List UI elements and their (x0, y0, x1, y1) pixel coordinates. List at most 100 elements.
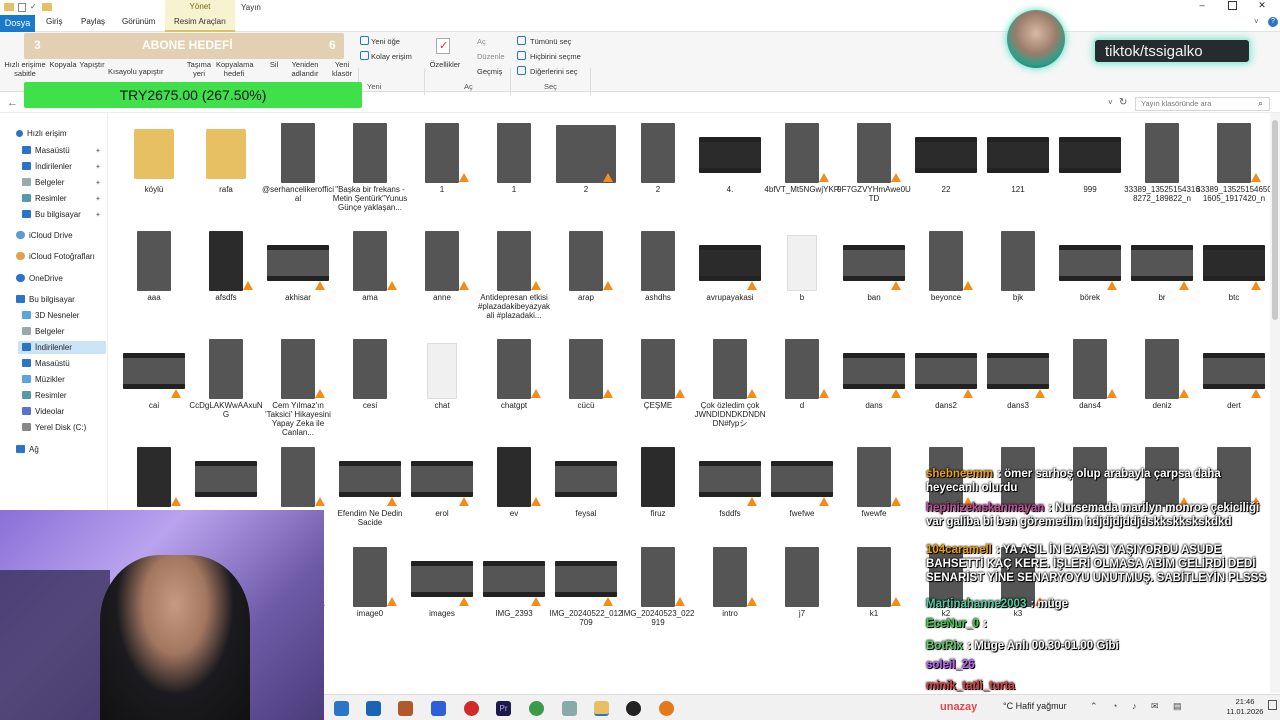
file-item[interactable]: dans (838, 337, 910, 439)
tab-view[interactable]: Görünüm (122, 17, 155, 26)
file-item[interactable]: intro (694, 545, 766, 647)
system-clock[interactable]: 21:46 11.01.2026 (1225, 697, 1265, 717)
file-item[interactable]: Çok özledim çok JWNDIDNDKDNDNDN#fypシ (694, 337, 766, 439)
back-arrow-icon[interactable]: ← (7, 97, 18, 109)
file-item[interactable]: afsdfs (190, 229, 262, 331)
start-icon[interactable] (334, 701, 349, 716)
file-item[interactable]: beyonce (910, 229, 982, 331)
file-item[interactable]: IMG_2393 (478, 545, 550, 647)
weather-status[interactable]: °C Hafif yağmur (1003, 701, 1067, 711)
nav-3d-objects[interactable]: 3D Nesneler (22, 311, 79, 320)
folder-icon[interactable] (42, 3, 52, 11)
tab-picture-tools[interactable]: Resim Araçları (165, 15, 235, 32)
nav-quick-access[interactable]: Hızlı erişim (16, 129, 67, 138)
file-item[interactable]: ev (478, 445, 550, 547)
nav-pc-desktop[interactable]: Masaüstü (22, 359, 70, 368)
file-item[interactable]: cai (118, 337, 190, 439)
file-item[interactable]: 4bfVT_Mt5NGwjYKR (764, 121, 840, 223)
file-item[interactable]: 121 (982, 121, 1054, 223)
move-to-button[interactable]: Taşıma yeri (184, 60, 214, 78)
file-item[interactable]: d (766, 337, 838, 439)
file-item[interactable]: ashdhs (622, 229, 694, 331)
new-folder-button[interactable]: Yeni klasör (328, 60, 356, 78)
nav-icloud-photos[interactable]: iCloud Fotoğrafları (16, 252, 95, 261)
notification-icon[interactable] (1268, 700, 1277, 710)
tray-icons[interactable]: ⌃ ◔ ♪ ✉ ▤ (1090, 701, 1188, 712)
app-icon[interactable] (431, 701, 446, 716)
file-item[interactable]: feysal (550, 445, 622, 547)
file-item[interactable]: 33389_135251543168272_189822_n (1124, 121, 1200, 223)
file-item[interactable]: dert (1198, 337, 1270, 439)
file-explorer-icon[interactable] (594, 701, 609, 716)
nav-this-pc-quick[interactable]: Bu bilgisayar (22, 210, 81, 219)
file-item[interactable]: ÇEŞME (622, 337, 694, 439)
file-item[interactable]: fwewfe (838, 445, 910, 547)
copy-button[interactable]: Kopyala (48, 60, 78, 69)
edit-button[interactable]: Düzenle (477, 52, 505, 61)
obs-icon[interactable] (626, 701, 641, 716)
invert-selection-button[interactable]: Diğerlerini seç (530, 67, 578, 76)
file-item[interactable]: cesi (334, 337, 406, 439)
firefox-icon[interactable] (659, 701, 674, 716)
file-item[interactable]: @serhancelikerofficial (262, 121, 334, 223)
file-item[interactable]: erol (406, 445, 478, 547)
file-item[interactable]: IMG_20240522_012709 (550, 545, 622, 647)
file-item[interactable]: 1 (406, 121, 478, 223)
file-item[interactable]: dans4 (1054, 337, 1126, 439)
history-button[interactable]: Geçmiş (477, 67, 502, 76)
file-item[interactable]: köylü (118, 121, 190, 223)
nav-pc-downloads[interactable]: İndirilenler (18, 341, 106, 354)
file-item[interactable]: image0 (334, 545, 406, 647)
paste-shortcut-button[interactable]: Kısayolu yapıştır (108, 67, 178, 76)
file-item[interactable]: avrupayakasi (694, 229, 766, 331)
file-item[interactable]: ban (838, 229, 910, 331)
file-item[interactable]: bjk (982, 229, 1054, 331)
nav-network[interactable]: Ağ (16, 445, 39, 454)
file-item[interactable]: br (1126, 229, 1198, 331)
file-item[interactable]: dans2 (910, 337, 982, 439)
file-item[interactable]: 9F7GZVYHmAwe0UTD (837, 121, 911, 223)
file-item[interactable]: Efendim Ne Dedin Sacide (334, 445, 406, 547)
file-item[interactable]: btc (1198, 229, 1270, 331)
file-item[interactable]: ama (334, 229, 406, 331)
tab-share[interactable]: Paylaş (81, 17, 105, 26)
file-item[interactable]: CcDgLAKWwAAxuNG (189, 337, 263, 439)
search-input[interactable]: Yayın klasöründe ara (1135, 97, 1270, 111)
easy-access-button[interactable]: Kolay erişim (371, 52, 412, 61)
open-button[interactable]: Aç (477, 37, 486, 46)
file-item[interactable]: arap (550, 229, 622, 331)
nav-downloads[interactable]: İndirilenler (22, 162, 72, 171)
nav-this-pc[interactable]: Bu bilgisayar (16, 295, 75, 304)
chevron-down-icon[interactable]: ˅ (1108, 98, 1113, 107)
opera-icon[interactable] (464, 701, 479, 716)
file-item[interactable]: dans3 (982, 337, 1054, 439)
new-item-button[interactable]: Yeni öğe (371, 37, 400, 46)
delete-button[interactable]: Sil (262, 60, 286, 69)
tab-home[interactable]: Giriş (46, 17, 62, 26)
refresh-icon[interactable]: ↻ (1119, 97, 1127, 108)
nav-music[interactable]: Müzikler (22, 375, 65, 384)
nav-icloud-drive[interactable]: iCloud Drive (16, 231, 73, 240)
file-item[interactable]: deniz (1126, 337, 1198, 439)
app-icon[interactable] (398, 701, 413, 716)
nav-pc-documents[interactable]: Belgeler (22, 327, 64, 336)
file-item[interactable]: 2 (550, 121, 622, 223)
rename-button[interactable]: Yeniden adlandır (286, 60, 324, 78)
nav-pictures[interactable]: Resimler (22, 194, 67, 203)
file-item[interactable]: fwefwe (766, 445, 838, 547)
file-item[interactable]: images (406, 545, 478, 647)
file-item[interactable]: akhisar (262, 229, 334, 331)
file-item[interactable]: chatgpt (478, 337, 550, 439)
paste-button[interactable]: Yapıştır (78, 60, 106, 69)
file-item[interactable]: 1 (478, 121, 550, 223)
nav-documents[interactable]: Belgeler (22, 178, 64, 187)
premiere-icon[interactable]: Pr (496, 701, 511, 716)
file-item[interactable]: Cem Yılmaz'ın 'Taksici' Hikayesini Yapay… (262, 337, 334, 439)
file-item[interactable]: rafa (190, 121, 262, 223)
file-item[interactable]: cücü (550, 337, 622, 439)
file-item[interactable]: Antidepresan etkisi #plazadakibeyazyakal… (478, 229, 550, 331)
file-item[interactable]: 2 (622, 121, 694, 223)
file-item[interactable]: anne (406, 229, 478, 331)
file-item[interactable]: 22 (910, 121, 982, 223)
nav-pc-pictures[interactable]: Resimler (22, 391, 67, 400)
